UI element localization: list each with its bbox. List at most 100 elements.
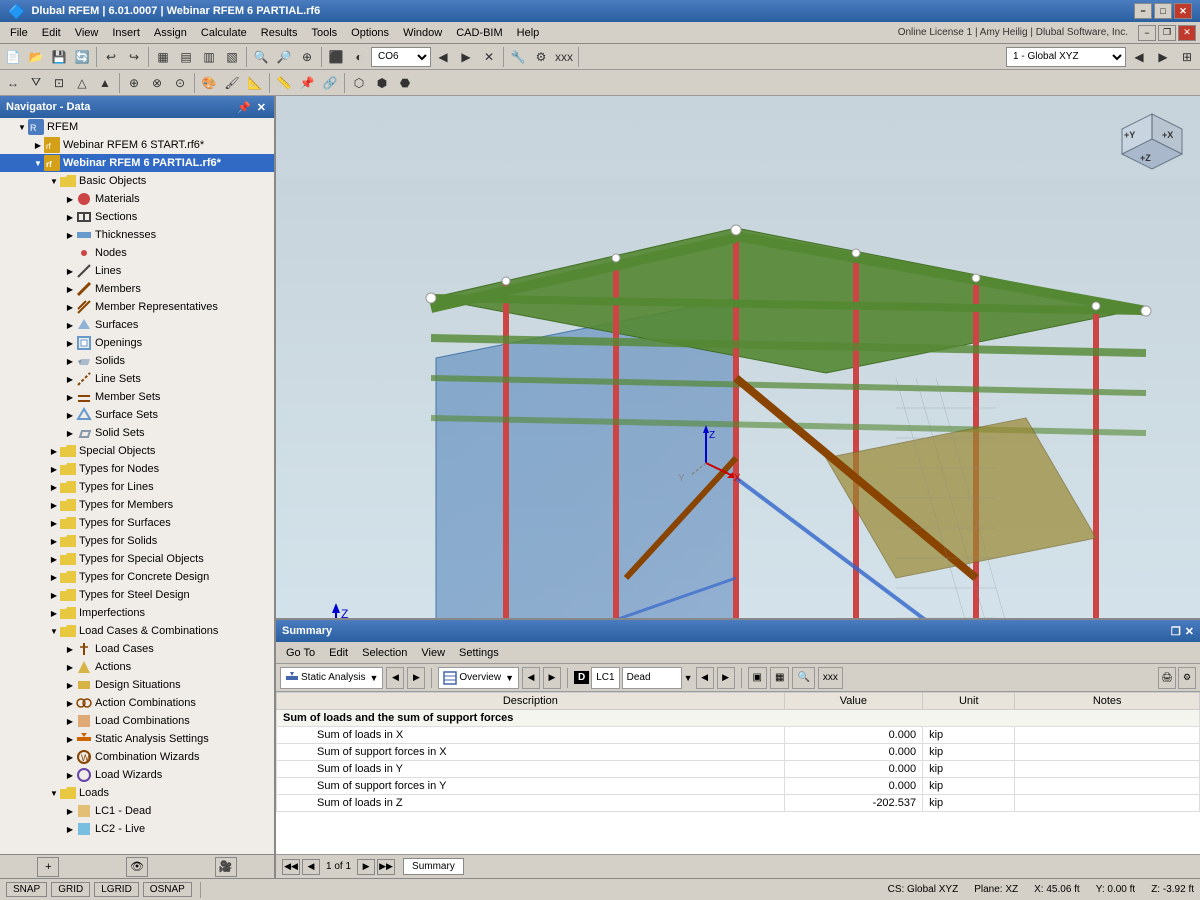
t2b13[interactable]: 📌 (296, 72, 318, 94)
tree-load-cases[interactable]: ▶ Load Cases (0, 640, 274, 658)
menu-edit[interactable]: Edit (36, 25, 67, 41)
app-restore-btn[interactable]: ❐ (1158, 25, 1176, 41)
tree-basic-objects[interactable]: ▼ Basic Objects (0, 172, 274, 190)
overview-selector[interactable]: Overview ▼ (438, 667, 519, 689)
sum-selection[interactable]: Selection (356, 645, 413, 661)
menu-cad-bim[interactable]: CAD-BIM (450, 25, 508, 41)
sum-filter-btn[interactable]: ▦ (770, 667, 789, 689)
close-button[interactable]: ✕ (1174, 3, 1192, 19)
tree-loads-folder[interactable]: ▼ Loads (0, 784, 274, 802)
nav-eye-btn[interactable]: 👁 (126, 857, 148, 877)
tb17[interactable]: xxx (553, 46, 575, 68)
next-page-btn[interactable]: ▶ (357, 859, 375, 875)
tree-types-nodes[interactable]: ▶ Types for Nodes (0, 460, 274, 478)
tree-load-cases-comb[interactable]: ▼ Load Cases & Combinations (0, 622, 274, 640)
sum-export-btn[interactable]: xxx (818, 667, 843, 689)
t2b14[interactable]: 🔗 (319, 72, 341, 94)
sum-print-btn[interactable]: 🖨 (1158, 667, 1176, 689)
tb20[interactable]: ⊞ (1176, 46, 1198, 68)
tree-webinar-start[interactable]: ▶ rf Webinar RFEM 6 START.rf6* (0, 136, 274, 154)
tree-lc2[interactable]: ▶ LC2 - Live (0, 820, 274, 838)
tree-solids[interactable]: ▶ Solids (0, 352, 274, 370)
menu-options[interactable]: Options (345, 25, 395, 41)
menu-calculate[interactable]: Calculate (195, 25, 253, 41)
osnap-btn[interactable]: OSNAP (143, 882, 192, 897)
tree-types-steel[interactable]: ▶ Types for Steel Design (0, 586, 274, 604)
overview-next-btn[interactable]: ▶ (543, 667, 561, 689)
sum-search-btn[interactable]: 🔍 (792, 667, 814, 689)
t2b4[interactable]: △ (71, 72, 93, 94)
menu-help[interactable]: Help (511, 25, 546, 41)
tb4[interactable]: ▤ (175, 46, 197, 68)
tb12[interactable]: ◀ (432, 46, 454, 68)
last-page-btn[interactable]: ▶▶ (377, 859, 395, 875)
analysis-next-btn[interactable]: ▶ (407, 667, 425, 689)
menu-file[interactable]: File (4, 25, 34, 41)
first-page-btn[interactable]: ◀◀ (282, 859, 300, 875)
save-btn[interactable]: 💾 (48, 46, 70, 68)
tree-actions[interactable]: ▶ Actions (0, 658, 274, 676)
tree-thicknesses[interactable]: ▶ Thicknesses (0, 226, 274, 244)
overview-prev-btn[interactable]: ◀ (522, 667, 540, 689)
tb3[interactable]: ▦ (152, 46, 174, 68)
tb16[interactable]: ⚙ (530, 46, 552, 68)
tree-load-combos[interactable]: ▶ Load Combinations (0, 712, 274, 730)
sum-settings-btn[interactable]: ⚙ (1178, 667, 1196, 689)
tree-member-reps[interactable]: ▶ Member Representatives (0, 298, 274, 316)
app-close-btn[interactable]: ✕ (1178, 25, 1196, 41)
tb9[interactable]: ⊕ (296, 46, 318, 68)
tb7[interactable]: 🔍 (250, 46, 272, 68)
tree-types-concrete[interactable]: ▶ Types for Concrete Design (0, 568, 274, 586)
menu-insert[interactable]: Insert (106, 25, 146, 41)
t2b3[interactable]: ⊡ (48, 72, 70, 94)
xyz-combo[interactable]: 1 - Global XYZ (1006, 47, 1126, 67)
analysis-prev-btn[interactable]: ◀ (386, 667, 404, 689)
tree-line-sets[interactable]: ▶ Line Sets (0, 370, 274, 388)
sum-select-btn[interactable]: ▣ (748, 667, 767, 689)
tb8[interactable]: 🔎 (273, 46, 295, 68)
tree-imperfections[interactable]: ▶ Imperfections (0, 604, 274, 622)
nav-close-btn[interactable]: ✕ (255, 101, 268, 114)
menu-view[interactable]: View (69, 25, 105, 41)
undo-btn[interactable]: ↩ (100, 46, 122, 68)
summary-close-btn[interactable]: ✕ (1185, 625, 1194, 638)
nav-cam-btn[interactable]: 🎥 (215, 857, 237, 877)
sum-goto[interactable]: Go To (280, 645, 321, 661)
tree-lines[interactable]: ▶ Lines (0, 262, 274, 280)
tb18[interactable]: ◀ (1128, 46, 1150, 68)
tb5[interactable]: ▥ (198, 46, 220, 68)
tree-lc1[interactable]: ▶ LC1 - Dead (0, 802, 274, 820)
tb15[interactable]: 🔧 (507, 46, 529, 68)
lc-selector[interactable]: D LC1 Dead ▼ (574, 667, 693, 689)
viewport-area[interactable]: Z Y X Z X (276, 96, 1200, 878)
tb11[interactable]: ◐ (348, 46, 370, 68)
lc-next-btn[interactable]: ▶ (717, 667, 735, 689)
t2b5[interactable]: ▲ (94, 72, 116, 94)
sum-edit[interactable]: Edit (323, 645, 354, 661)
t2b12[interactable]: 📏 (273, 72, 295, 94)
maximize-button[interactable]: □ (1154, 3, 1172, 19)
tree-member-sets[interactable]: ▶ Member Sets (0, 388, 274, 406)
minimize-button[interactable]: − (1134, 3, 1152, 19)
tree-surface-sets[interactable]: ▶ Surface Sets (0, 406, 274, 424)
t2b15[interactable]: ⬡ (348, 72, 370, 94)
t2b6[interactable]: ⊕ (123, 72, 145, 94)
tb14[interactable]: ✕ (478, 46, 500, 68)
menu-results[interactable]: Results (255, 25, 304, 41)
menu-window[interactable]: Window (397, 25, 448, 41)
open-btn[interactable]: 📂 (25, 46, 47, 68)
nav-add-btn[interactable]: + (37, 857, 59, 877)
lgrid-btn[interactable]: LGRID (94, 882, 139, 897)
t2b9[interactable]: 🎨 (198, 72, 220, 94)
tb6[interactable]: ▧ (221, 46, 243, 68)
menu-assign[interactable]: Assign (148, 25, 193, 41)
t2b17[interactable]: ⬣ (394, 72, 416, 94)
tree-solid-sets[interactable]: ▶ Solid Sets (0, 424, 274, 442)
tree-webinar-partial[interactable]: ▼ rf Webinar RFEM 6 PARTIAL.rf6* (0, 154, 274, 172)
t2b11[interactable]: 📐 (244, 72, 266, 94)
lc-prev-btn[interactable]: ◀ (696, 667, 714, 689)
t2b2[interactable]: ⛛ (25, 72, 47, 94)
tree-rfem[interactable]: ▼ R RFEM (0, 118, 274, 136)
tree-special-objects[interactable]: ▶ Special Objects (0, 442, 274, 460)
sum-settings[interactable]: Settings (453, 645, 505, 661)
